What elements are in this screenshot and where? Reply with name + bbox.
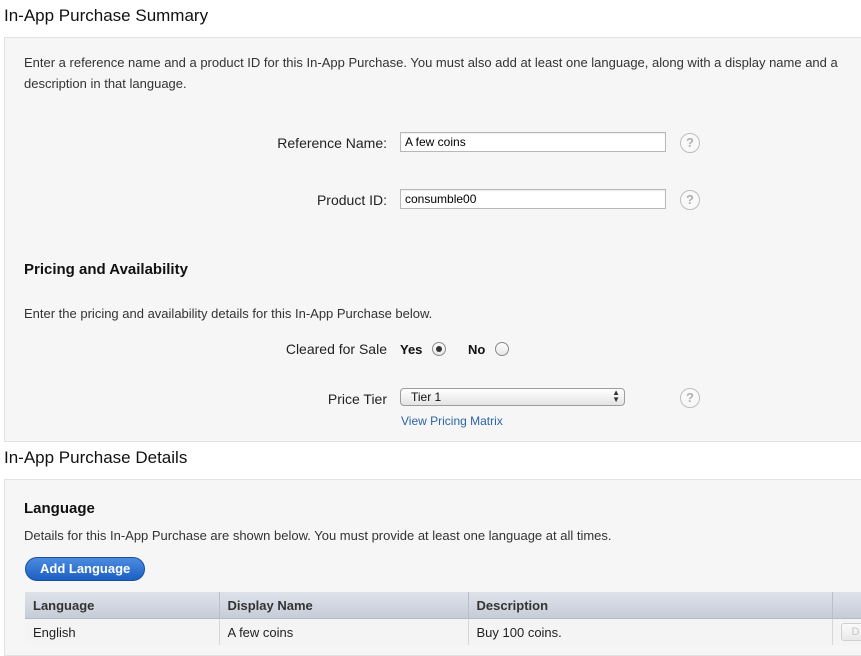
product-id-input[interactable] <box>400 189 666 209</box>
column-header-description[interactable]: Description <box>468 592 832 619</box>
cell-display-name: A few coins <box>219 619 468 646</box>
column-header-display-name[interactable]: Display Name <box>219 592 468 619</box>
product-id-help-icon[interactable]: ? <box>680 190 700 210</box>
summary-panel: Enter a reference name and a product ID … <box>4 37 861 442</box>
cleared-no-label: No <box>468 342 485 357</box>
price-tier-value: Tier 1 <box>411 390 441 404</box>
add-language-button[interactable]: Add Language <box>25 557 145 581</box>
product-id-label: Product ID: <box>187 192 387 208</box>
select-arrows-icon: ▲▼ <box>612 389 620 403</box>
column-header-actions <box>832 592 861 619</box>
table-header-row: Language Display Name Description <box>25 592 861 619</box>
cleared-yes-label: Yes <box>400 342 422 357</box>
details-intro: Details for this In-App Purchase are sho… <box>24 525 854 546</box>
price-tier-select[interactable]: Tier 1 ▲▼ <box>400 388 625 406</box>
language-table: Language Display Name Description Englis… <box>25 592 861 645</box>
cell-actions: D <box>832 619 861 646</box>
cell-language: English <box>25 619 219 646</box>
summary-section-title: In-App Purchase Summary <box>4 6 208 26</box>
cleared-yes-radio[interactable] <box>432 342 446 356</box>
cleared-no-radio[interactable] <box>495 342 509 356</box>
reference-name-label: Reference Name: <box>187 135 387 151</box>
language-heading: Language <box>24 500 95 517</box>
delete-button[interactable]: D <box>841 623 861 641</box>
reference-name-help-icon[interactable]: ? <box>680 133 700 153</box>
column-header-language[interactable]: Language <box>25 592 219 619</box>
details-section-title: In-App Purchase Details <box>4 448 187 468</box>
view-pricing-matrix-link[interactable]: View Pricing Matrix <box>401 414 503 428</box>
reference-name-input[interactable] <box>400 132 666 152</box>
price-tier-label: Price Tier <box>187 391 387 407</box>
cell-description: Buy 100 coins. <box>468 619 832 646</box>
details-panel: Language Details for this In-App Purchas… <box>4 479 861 656</box>
price-tier-help-icon[interactable]: ? <box>680 388 700 408</box>
cleared-for-sale-label: Cleared for Sale <box>187 341 387 357</box>
pricing-intro: Enter the pricing and availability detai… <box>24 303 854 324</box>
summary-intro: Enter a reference name and a product ID … <box>24 52 854 94</box>
pricing-heading: Pricing and Availability <box>24 261 188 278</box>
table-row[interactable]: English A few coins Buy 100 coins. D <box>25 619 861 646</box>
